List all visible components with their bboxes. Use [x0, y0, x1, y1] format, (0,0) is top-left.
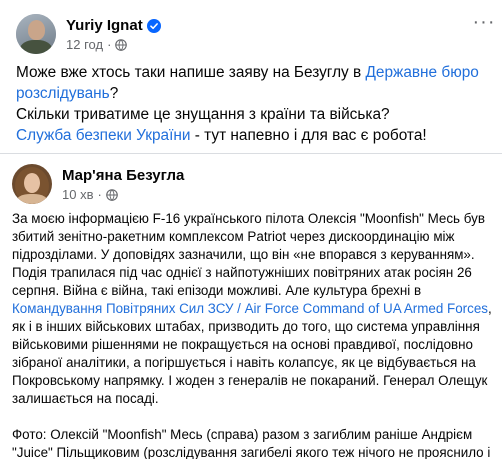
post-text: Може вже хтось таки напише заяву на Безу…: [16, 62, 490, 146]
shared-post-timestamp[interactable]: 10 хв: [62, 187, 93, 202]
air-force-command-link[interactable]: Командування Повітряних Сил ЗСУ / Air Fo…: [12, 301, 488, 316]
globe-icon[interactable]: [106, 188, 118, 201]
shared-paragraph-1: За моєю інформацією F-16 українського пі…: [12, 210, 494, 408]
post-line1-end: ?: [109, 85, 119, 102]
author-avatar[interactable]: [16, 14, 56, 54]
shared-author-name-link[interactable]: Мар'яна Безугла: [62, 166, 184, 185]
shared-author-info: Мар'яна Безугла 10 хв ·: [62, 166, 184, 202]
post-header: Yuriy Ignat 12 год ·: [16, 12, 486, 56]
author-info: Yuriy Ignat 12 год ·: [66, 16, 161, 52]
shared-post-meta: 10 хв ·: [62, 187, 184, 202]
shared-post-text: За моєю інформацією F-16 українського пі…: [12, 210, 494, 459]
post-timestamp[interactable]: 12 год: [66, 37, 103, 52]
post-line3-text: - тут напевно і для вас є робота!: [190, 127, 427, 144]
shared-author-avatar[interactable]: [12, 164, 52, 204]
post-meta: 12 год ·: [66, 37, 161, 52]
shared-post-card[interactable]: Мар'яна Безугла 10 хв · За моєю інформац…: [0, 153, 502, 459]
shared-meta-separator: ·: [97, 187, 102, 202]
verified-badge-icon: [146, 18, 161, 33]
sbu-link[interactable]: Служба безпеки України: [16, 127, 190, 144]
more-options-icon[interactable]: ···: [470, 8, 498, 36]
globe-icon[interactable]: [115, 38, 128, 51]
shared-para1-text: За моєю інформацією F-16 українського пі…: [12, 211, 485, 298]
post-line1-text: Може вже хтось таки напише заяву на Безу…: [16, 64, 366, 81]
shared-paragraph-2: Фото: Олексій "Moonfish" Месь (справа) р…: [12, 427, 491, 459]
shared-para1-end: , як і в інших військових штабах, призво…: [12, 301, 492, 406]
shared-post-header: Мар'яна Безугла 10 хв ·: [12, 164, 184, 204]
meta-separator: ·: [107, 37, 112, 52]
post-line2-text: Скільки триватиме це знущання з країни т…: [16, 106, 390, 123]
author-name-link[interactable]: Yuriy Ignat: [66, 16, 143, 35]
